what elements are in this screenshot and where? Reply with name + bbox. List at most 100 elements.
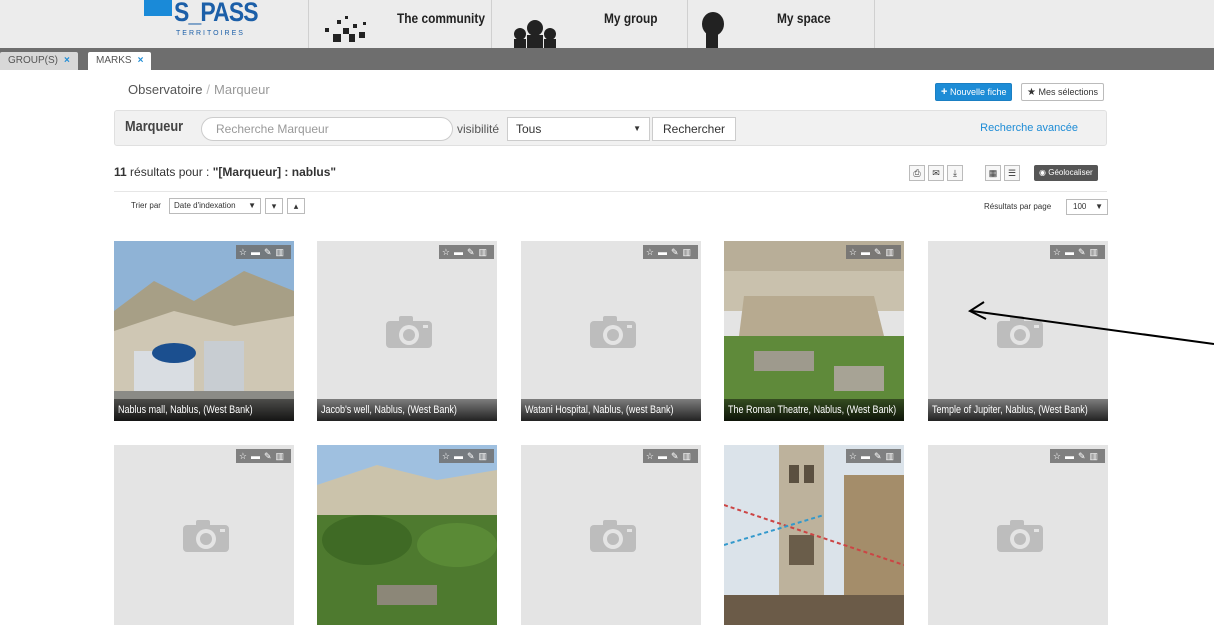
edit-icon[interactable]: ✎ [874,451,886,461]
edit-icon[interactable]: ✎ [874,247,886,257]
result-card[interactable]: ☆▬✎▥ [317,445,497,625]
trash-icon[interactable]: ▥ [1089,451,1102,461]
card-actions[interactable]: ☆▬✎▥ [438,245,494,259]
star-icon[interactable]: ☆ [1053,247,1065,257]
trash-icon[interactable]: ▥ [478,247,491,257]
result-card[interactable]: ☆▬✎▥ Watani Hospital, Nablus, (west Bank) [521,241,701,421]
chevron-down-icon: ▼ [248,201,256,210]
mail-icon[interactable]: ✉ [928,165,944,181]
my-selections-button[interactable]: ★ Mes sélections [1021,83,1105,101]
star-icon[interactable]: ☆ [646,247,658,257]
download-icon[interactable]: ⤓ [947,165,963,181]
camera-icon [590,520,636,552]
edit-icon[interactable]: ✎ [671,451,683,461]
comment-icon[interactable]: ▬ [1065,451,1078,461]
card-caption[interactable]: Jacob's well, Nablus, (West Bank) [317,399,497,421]
card-actions[interactable]: ☆▬✎▥ [1049,449,1105,463]
result-card[interactable]: ☆▬✎▥ The Roman Theatre, Nablus, (West Ban… [724,241,904,421]
star-icon[interactable]: ☆ [442,451,454,461]
sort-descending-button[interactable]: ▾ [265,198,283,214]
spass-logo[interactable]: S_PASS TERRITOIRES [140,0,260,46]
my-selections-label: Mes sélections [1038,87,1099,97]
card-caption[interactable]: Nablus mall, Nablus, (West Bank) [114,399,294,421]
per-page-select[interactable]: 100 ▼ [1066,199,1108,215]
card-caption[interactable]: Temple of Jupiter, Nablus, (West Bank) [928,399,1108,421]
list-view-icon[interactable]: ☰ [1004,165,1020,181]
trash-icon[interactable]: ▥ [682,451,695,461]
comment-icon[interactable]: ▬ [454,451,467,461]
close-icon[interactable]: × [138,55,144,66]
result-card[interactable]: ☆▬✎▥ Jacob's well, Nablus, (West Bank) [317,241,497,421]
edit-icon[interactable]: ✎ [264,451,276,461]
card-actions[interactable]: ☆▬✎▥ [845,245,901,259]
breadcrumb-root[interactable]: Observatoire [128,82,202,97]
advanced-search-link[interactable]: Recherche avancée [980,122,1078,134]
star-icon[interactable]: ☆ [239,247,251,257]
print-icon[interactable]: ⎙ [909,165,925,181]
new-sheet-button[interactable]: + Nouvelle fiche [935,83,1013,101]
tab-marks[interactable]: MARKS × [88,52,152,70]
tab-groups-label: GROUP(S) [8,55,58,66]
chevron-down-icon: ▼ [633,124,641,133]
star-icon: ★ [1027,87,1036,98]
edit-icon[interactable]: ✎ [1078,247,1090,257]
comment-icon[interactable]: ▬ [251,451,264,461]
trash-icon[interactable]: ▥ [275,247,288,257]
trash-icon[interactable]: ▥ [885,247,898,257]
edit-icon[interactable]: ✎ [264,247,276,257]
edit-icon[interactable]: ✎ [467,451,479,461]
result-card[interactable]: ☆▬✎▥ [928,445,1108,625]
geolocate-button[interactable]: ◉ Géolocaliser [1034,165,1098,181]
trash-icon[interactable]: ▥ [885,451,898,461]
nav-my-group[interactable]: My group [492,0,687,48]
card-caption-text: Watani Hospital, Nablus, (west Bank) [525,404,674,416]
star-icon[interactable]: ☆ [849,247,861,257]
card-actions[interactable]: ☆▬✎▥ [438,449,494,463]
card-actions[interactable]: ☆▬✎▥ [642,245,698,259]
comment-icon[interactable]: ▬ [861,247,874,257]
card-caption[interactable]: The Roman Theatre, Nablus, (West Bank) [724,399,904,421]
card-actions[interactable]: ☆▬✎▥ [642,449,698,463]
card-caption-text: The Roman Theatre, Nablus, (West Bank) [728,404,897,416]
star-icon[interactable]: ☆ [1053,451,1065,461]
result-card[interactable]: ☆▬✎▥ [521,445,701,625]
search-button[interactable]: Rechercher [652,117,736,141]
star-icon[interactable]: ☆ [646,451,658,461]
sort-ascending-button[interactable]: ▴ [287,198,305,214]
card-actions[interactable]: ☆▬✎▥ [845,449,901,463]
star-icon[interactable]: ☆ [442,247,454,257]
result-card[interactable]: ☆▬✎▥ [114,445,294,625]
card-caption-text: Jacob's well, Nablus, (West Bank) [321,404,457,416]
edit-icon[interactable]: ✎ [1078,451,1090,461]
card-actions[interactable]: ☆▬✎▥ [235,245,291,259]
close-icon[interactable]: × [64,55,70,66]
result-card[interactable]: ☆▬✎▥ Nablus mall, Nablus, (West Bank) [114,241,294,421]
card-caption[interactable]: Watani Hospital, Nablus, (west Bank) [521,399,701,421]
card-actions[interactable]: ☆▬✎▥ [1049,245,1105,259]
tab-groups[interactable]: GROUP(S) × [0,52,78,70]
comment-icon[interactable]: ▬ [1065,247,1078,257]
search-input[interactable]: Recherche Marqueur [201,117,453,141]
edit-icon[interactable]: ✎ [671,247,683,257]
comment-icon[interactable]: ▬ [658,451,671,461]
star-icon[interactable]: ☆ [239,451,251,461]
edit-icon[interactable]: ✎ [467,247,479,257]
comment-icon[interactable]: ▬ [454,247,467,257]
trash-icon[interactable]: ▥ [1089,247,1102,257]
star-icon[interactable]: ☆ [849,451,861,461]
comment-icon[interactable]: ▬ [861,451,874,461]
nav-my-space[interactable]: My space [688,0,874,48]
card-actions[interactable]: ☆▬✎▥ [235,449,291,463]
trash-icon[interactable]: ▥ [275,451,288,461]
result-card[interactable]: ☆▬✎▥ [724,445,904,625]
trash-icon[interactable]: ▥ [478,451,491,461]
grid-view-icon[interactable]: ▦ [985,165,1001,181]
trash-icon[interactable]: ▥ [682,247,695,257]
comment-icon[interactable]: ▬ [251,247,264,257]
result-card[interactable]: ☆▬✎▥ Temple of Jupiter, Nablus, (West Ban… [928,241,1108,421]
nav-community[interactable]: The community [309,0,491,48]
comment-icon[interactable]: ▬ [658,247,671,257]
sort-select[interactable]: Date d'indexation ▼ [169,198,261,214]
breadcrumb-current: Marqueur [214,82,270,97]
visibility-select[interactable]: Tous ▼ [507,117,650,141]
